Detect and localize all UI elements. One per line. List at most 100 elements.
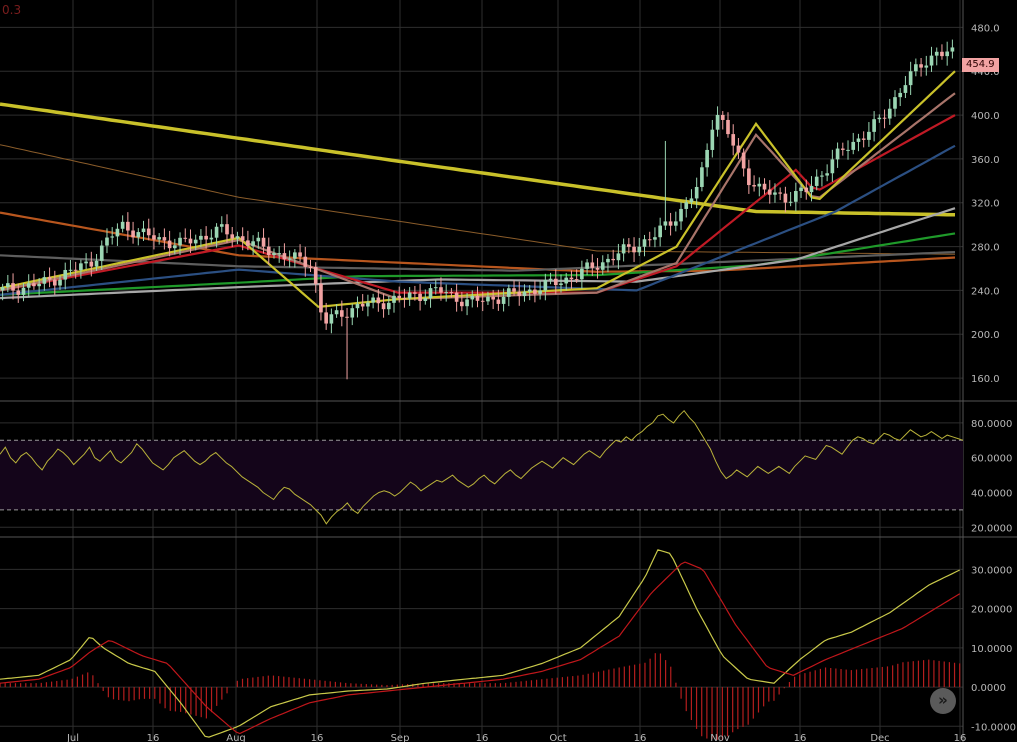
candle-body xyxy=(146,228,151,236)
y-axis-labels: 480.0440.0400.0360.0320.0280.0240.0200.0… xyxy=(971,23,1016,733)
candle-body xyxy=(386,302,391,310)
candle-body xyxy=(726,119,730,135)
candle-body xyxy=(773,192,777,195)
candle-body xyxy=(914,64,918,72)
candle-body xyxy=(470,295,475,300)
candle-body xyxy=(204,235,208,240)
x-tick-label: 16 xyxy=(476,733,489,742)
candle-body xyxy=(627,244,631,247)
candle-body xyxy=(595,267,600,270)
candle-body xyxy=(825,173,829,176)
candle-body xyxy=(162,237,167,241)
candle-body xyxy=(585,262,589,269)
candle-body xyxy=(131,230,135,238)
candle-body xyxy=(32,283,36,287)
candle-body xyxy=(710,129,715,150)
candle-body xyxy=(653,237,657,240)
candle-body xyxy=(486,296,490,302)
candle-body xyxy=(945,51,949,57)
candle-body xyxy=(73,269,78,271)
candle-body xyxy=(767,189,772,195)
candle-body xyxy=(867,131,871,140)
candle-body xyxy=(496,299,501,304)
candle-body xyxy=(355,303,360,309)
trading-chart[interactable]: 480.0440.0400.0360.0320.0280.0240.0200.0… xyxy=(0,0,1017,742)
candle-body xyxy=(569,277,574,280)
candle-body xyxy=(266,246,271,256)
candle-body xyxy=(741,152,746,169)
candle-body xyxy=(564,277,569,284)
candle-body xyxy=(141,228,146,233)
candle-body xyxy=(136,232,141,238)
candle-body xyxy=(84,261,88,264)
candle-body xyxy=(209,237,214,240)
candle-body xyxy=(950,47,955,52)
candle-body xyxy=(324,312,328,324)
candle-body xyxy=(658,225,662,238)
y-tick-label: 400.0 xyxy=(971,111,1000,122)
macd-lines xyxy=(0,549,961,738)
candle-body xyxy=(454,292,459,302)
candle-body xyxy=(814,176,819,186)
x-tick-label: Aug xyxy=(226,733,246,742)
candle-body xyxy=(460,301,464,307)
candle-body xyxy=(16,290,21,295)
candle-body xyxy=(924,65,929,68)
candle-body xyxy=(835,148,840,160)
candle-body xyxy=(152,235,156,240)
candle-body xyxy=(235,236,240,239)
candle-body xyxy=(214,226,219,238)
candle-body xyxy=(783,193,788,203)
candle-body xyxy=(731,134,736,146)
candle-body xyxy=(527,289,532,292)
candle-body xyxy=(700,167,704,187)
last-price-label: 454.9 xyxy=(962,58,999,72)
x-tick-label: 16 xyxy=(311,733,324,742)
candle-body xyxy=(21,287,26,295)
y-tick-label: 360.0 xyxy=(971,155,1000,166)
candle-body xyxy=(110,236,115,238)
candle-body xyxy=(366,302,370,307)
candle-body xyxy=(126,221,130,231)
candle-body xyxy=(637,246,642,253)
candle-body xyxy=(256,237,261,242)
candle-body xyxy=(934,51,939,56)
candle-body xyxy=(533,289,537,294)
candle-body xyxy=(188,238,193,244)
candle-body xyxy=(287,258,292,260)
y-tick-label: 30.0000 xyxy=(971,565,1012,576)
candle-body xyxy=(820,175,824,177)
y-tick-label: 480.0 xyxy=(971,23,1000,34)
candle-body xyxy=(846,149,850,151)
x-tick-label: Jul xyxy=(66,733,79,742)
scroll-to-latest-button[interactable]: » xyxy=(930,688,956,714)
candle-body xyxy=(0,287,5,291)
moving-average-line xyxy=(0,144,956,296)
y-tick-label: 20.0000 xyxy=(971,605,1012,616)
candle-body xyxy=(319,283,323,313)
candle-body xyxy=(465,299,469,307)
candle-body xyxy=(339,310,344,317)
candle-body xyxy=(517,291,522,296)
candle-body xyxy=(172,245,177,249)
candle-body xyxy=(804,187,809,193)
candle-body xyxy=(371,297,375,303)
candle-body xyxy=(491,296,495,300)
candle-body xyxy=(611,258,616,261)
candle-body xyxy=(99,245,104,261)
y-tick-label: 0.0000 xyxy=(971,683,1006,694)
candle-body xyxy=(830,159,835,174)
candle-body xyxy=(199,235,203,240)
candle-body xyxy=(225,224,229,235)
candle-body xyxy=(178,237,182,246)
candle-body xyxy=(684,202,689,209)
candle-body xyxy=(861,138,866,140)
candle-body xyxy=(762,183,767,190)
candle-body xyxy=(94,260,99,267)
candle-body xyxy=(747,168,751,186)
y-tick-label: 160.0 xyxy=(971,374,1000,385)
candle-body xyxy=(392,295,396,303)
candle-body xyxy=(621,244,626,254)
candle-body xyxy=(736,145,741,153)
x-tick-label: Oct xyxy=(549,733,566,742)
